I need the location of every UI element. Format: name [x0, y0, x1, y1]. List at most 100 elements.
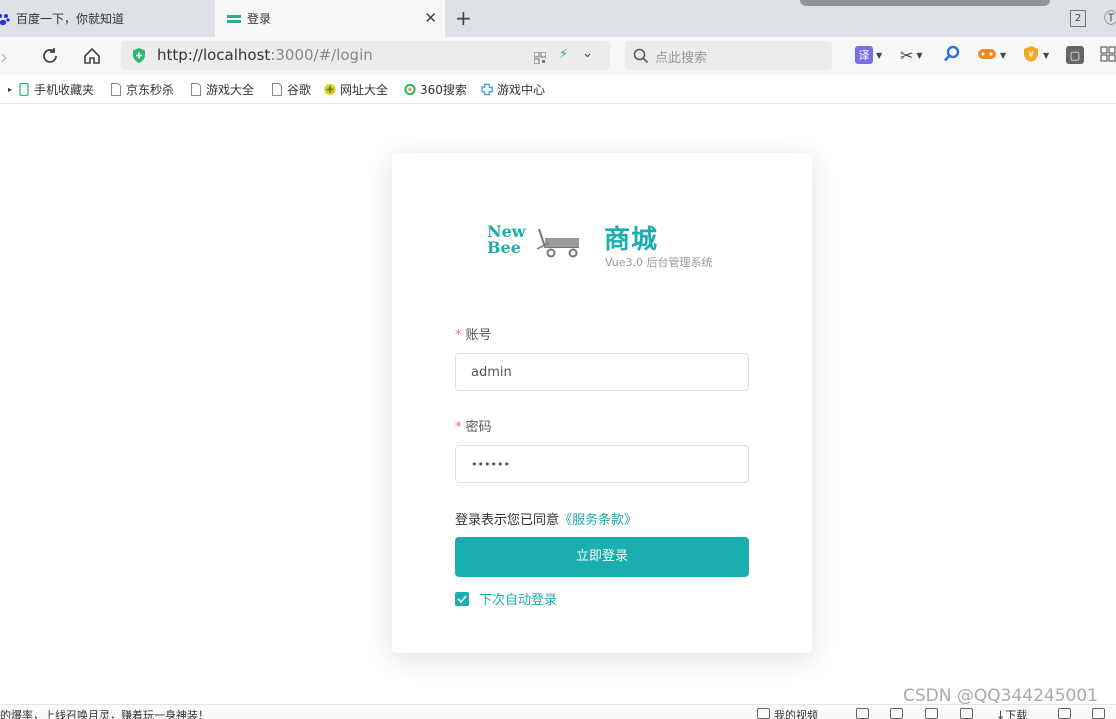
- tab-label: 登录: [247, 12, 272, 26]
- close-icon[interactable]: ✕: [424, 11, 437, 26]
- reload-icon[interactable]: [40, 46, 60, 66]
- page-icon: [111, 83, 121, 96]
- page-icon: [191, 83, 201, 96]
- browser-tab-strip: 百度一下，你就知道 登录 ✕ + 2 Ⓣ: [0, 0, 1116, 37]
- rocket-icon[interactable]: [960, 708, 973, 719]
- shield-icon[interactable]: [856, 708, 869, 719]
- game-button[interactable]: ▼: [977, 45, 1006, 65]
- download-link[interactable]: ↓下载: [996, 707, 1027, 719]
- news-ticker[interactable]: 的爆率，上线召唤月灵，赚着玩一身神装！: [0, 707, 209, 719]
- forward-icon[interactable]: ›: [0, 45, 8, 69]
- 360-icon: [404, 83, 416, 96]
- login-button[interactable]: 立即登录: [455, 537, 749, 577]
- caret-icon: ▼: [1000, 50, 1007, 60]
- password-label-text: 密码: [465, 420, 492, 435]
- caret-icon: ▼: [876, 50, 883, 60]
- newbee-logo: New Bee: [487, 221, 582, 263]
- brand-title: 商城: [604, 225, 659, 255]
- login-card: New Bee 商城 Vue3.0 后台管理系统 * 账号 admin * 密码 •…: [392, 153, 812, 653]
- bookmark-jd[interactable]: 京东秒杀: [110, 81, 174, 98]
- agreement-text: 登录表示您已同意《服务条款》: [455, 509, 637, 528]
- bookmark-label: 网址大全: [340, 83, 389, 97]
- translate-icon: 译: [855, 46, 873, 64]
- logo-word-bee: Bee: [487, 238, 521, 257]
- bookmark-games[interactable]: 游戏大全: [190, 81, 254, 98]
- page-icon: [272, 83, 282, 96]
- magnifier-icon: [943, 45, 961, 66]
- password-input[interactable]: ••••••: [455, 445, 749, 483]
- chat-icon[interactable]: [1092, 708, 1105, 719]
- screenshot-button[interactable]: ✂ ▼: [900, 45, 923, 65]
- remember-label: 下次自动登录: [479, 593, 558, 608]
- newbee-favicon-icon: [227, 12, 241, 26]
- translate-button[interactable]: 译 ▼: [855, 45, 882, 65]
- baidu-paw-icon: [0, 12, 10, 26]
- bookmark-360search[interactable]: 360搜索: [404, 81, 467, 98]
- bookmark-gamecenter[interactable]: 游戏中心: [481, 81, 545, 98]
- bookmark-label: 手机收藏夹: [34, 83, 95, 97]
- url-rest: :3000/#/login: [270, 46, 373, 64]
- chevron-down-icon[interactable]: ⌄: [582, 46, 593, 61]
- extension-box-button[interactable]: ▢: [1066, 45, 1084, 65]
- remember-me[interactable]: 下次自动登录: [455, 589, 557, 608]
- wallet-button[interactable]: ¥ ▼: [1022, 45, 1049, 65]
- bookmark-mobile[interactable]: ▸ 手机收藏夹: [8, 81, 94, 98]
- bookmarks-bar: ▸ 手机收藏夹 京东秒杀 游戏大全 谷歌 网址大全 360搜索 游戏中心: [0, 75, 1116, 104]
- caret-icon: ▸: [8, 85, 13, 94]
- password-label: * 密码: [455, 416, 492, 435]
- account-label: * 账号: [455, 324, 492, 343]
- required-asterisk: *: [455, 420, 462, 435]
- video-icon: [757, 708, 770, 719]
- caret-icon: ▼: [916, 50, 923, 60]
- agreement-prefix: 登录表示您已同意: [455, 513, 560, 528]
- box-icon: ▢: [1066, 46, 1084, 64]
- menu-grid-button[interactable]: [1100, 45, 1116, 65]
- shield-icon: [132, 48, 146, 63]
- url-text: http://localhost:3000/#/login: [157, 46, 373, 64]
- qr-code-icon[interactable]: [533, 49, 547, 65]
- find-button[interactable]: [943, 45, 961, 65]
- heart-icon[interactable]: [925, 708, 938, 719]
- my-video-link[interactable]: 我的视频: [774, 707, 818, 719]
- bookmark-hao[interactable]: 网址大全: [324, 81, 388, 98]
- bookmark-label: 游戏中心: [497, 83, 546, 97]
- globe-icon: [324, 83, 336, 96]
- phone-icon: [19, 83, 29, 96]
- tab-login[interactable]: 登录 ✕: [215, 0, 445, 37]
- tab-menu-icon[interactable]: Ⓣ: [1104, 8, 1116, 28]
- caret-icon: ▼: [1043, 50, 1050, 60]
- browser-toolbar: › http://localhost:3000/#/login ⚡ ⌄ 点此搜索…: [0, 37, 1116, 75]
- lightning-icon[interactable]: ⚡: [559, 47, 568, 62]
- gamepad-icon: [977, 46, 997, 65]
- puzzle-icon: [481, 83, 493, 96]
- new-tab-button[interactable]: +: [455, 7, 472, 29]
- terms-link[interactable]: 《服务条款》: [559, 513, 637, 528]
- printer-icon[interactable]: [1058, 708, 1071, 719]
- csdn-watermark: CSDN @QQ344245001: [903, 686, 1098, 706]
- required-asterisk: *: [455, 328, 462, 343]
- account-input[interactable]: admin: [455, 353, 749, 391]
- account-label-text: 账号: [465, 328, 492, 343]
- tab-label: 百度一下，你就知道: [16, 12, 125, 26]
- address-bar[interactable]: http://localhost:3000/#/login ⚡ ⌄: [121, 41, 610, 70]
- search-placeholder: 点此搜索: [655, 51, 708, 66]
- bookmark-label: 360搜索: [420, 83, 467, 97]
- top-shadow: [800, 0, 1050, 6]
- checkbox-checked-icon[interactable]: [455, 591, 469, 606]
- grid-icon: [1100, 46, 1116, 65]
- bookmark-label: 谷歌: [287, 83, 312, 97]
- tab-baidu[interactable]: 百度一下，你就知道: [0, 0, 214, 37]
- coin-icon: ¥: [1022, 45, 1040, 66]
- url-host: http://localhost: [157, 46, 271, 64]
- bookmark-google[interactable]: 谷歌: [271, 81, 311, 98]
- search-icon: [633, 48, 649, 64]
- browser-search-box[interactable]: 点此搜索: [625, 41, 832, 70]
- svg-text:¥: ¥: [1028, 50, 1034, 60]
- browser-status-bar: 的爆率，上线召唤月灵，赚着玩一身神装！ 我的视频 ↓下载: [0, 704, 1116, 719]
- home-icon[interactable]: [82, 46, 102, 66]
- bookmark-label: 游戏大全: [206, 83, 255, 97]
- scissors-icon: ✂: [900, 45, 914, 65]
- bookmark-label: 京东秒杀: [126, 83, 175, 97]
- tab-count-badge[interactable]: 2: [1070, 10, 1086, 27]
- image-icon[interactable]: [890, 708, 903, 719]
